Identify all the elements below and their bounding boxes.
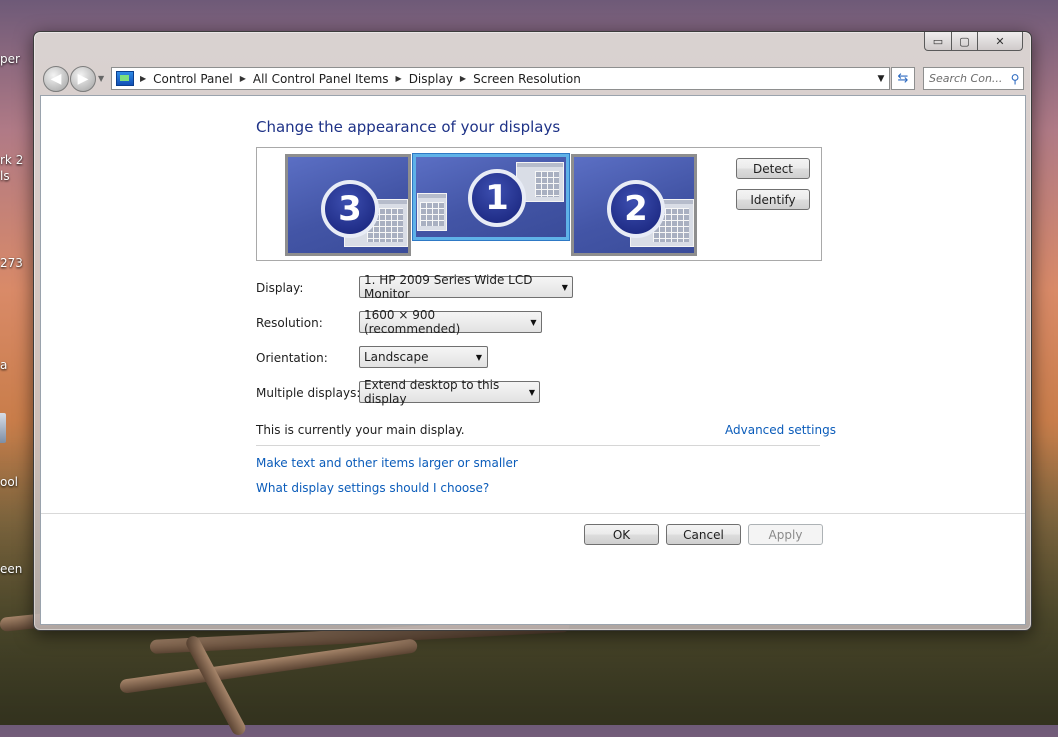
monitor-3[interactable]: 3 (285, 154, 411, 256)
advanced-settings-link[interactable]: Advanced settings (725, 423, 836, 437)
screen-resolution-window: ▭ ▢ ✕ ◀ ▶ ▼ ▶ Control Panel ▶ All Contro… (33, 31, 1032, 631)
monitor-number: 1 (468, 169, 526, 227)
breadcrumb-arrow-icon[interactable]: ▶ (240, 74, 246, 83)
breadcrumb-arrow-icon[interactable]: ▶ (396, 74, 402, 83)
display-settings-help-link[interactable]: What display settings should I choose? (256, 481, 489, 495)
maximize-button[interactable]: ▢ (952, 32, 978, 51)
chevron-down-icon: ▼ (528, 387, 535, 397)
refresh-button[interactable]: ⇆ (891, 67, 915, 90)
desktop-icon-label[interactable]: rk 2 (0, 153, 23, 167)
desktop-icon-label[interactable]: ool (0, 475, 18, 489)
breadcrumb-screen-resolution[interactable]: Screen Resolution (473, 72, 581, 86)
close-icon: ✕ (995, 34, 1005, 48)
monitor-number: 2 (607, 180, 665, 238)
control-panel-icon (116, 71, 134, 86)
forward-arrow-icon: ▶ (77, 71, 89, 87)
identify-button[interactable]: Identify (736, 189, 810, 210)
search-placeholder: Search Con... (929, 72, 1003, 85)
monitor-1[interactable]: 1 (413, 154, 569, 240)
ok-button[interactable]: OK (584, 524, 659, 545)
page-title: Change the appearance of your displays (256, 118, 561, 136)
monitor-number: 3 (321, 180, 379, 238)
address-bar[interactable]: ▶ Control Panel ▶ All Control Panel Item… (111, 67, 890, 90)
resolution-select-value: 1600 × 900 (recommended) (364, 308, 461, 336)
chevron-down-icon: ▼ (561, 282, 568, 292)
desktop-icon-label[interactable]: 273 (0, 256, 23, 270)
desktop-icon-label[interactable]: een (0, 562, 22, 576)
chevron-down-icon: ▼ (98, 74, 105, 83)
address-history-dropdown[interactable]: ▼ (873, 74, 889, 84)
display-select[interactable]: 1. HP 2009 Series Wide LCD Monitor ▼ (359, 273, 573, 301)
multiple-displays-label: Multiple displays: (256, 386, 361, 400)
orientation-label: Orientation: (256, 351, 328, 365)
resolution-label: Resolution: (256, 316, 323, 330)
breadcrumb-display[interactable]: Display (409, 72, 453, 86)
monitor-window-thumbnail (417, 193, 447, 231)
refresh-icon: ⇆ (897, 71, 909, 86)
desktop-icon-label[interactable]: ls (0, 169, 10, 183)
chevron-down-icon: ▼ (475, 352, 483, 362)
forward-button[interactable]: ▶ (70, 66, 96, 92)
multiple-displays-select[interactable]: Extend desktop to this display ▼ (359, 378, 540, 406)
minimize-icon: ▭ (932, 34, 944, 48)
display-label: Display: (256, 281, 304, 295)
desktop-icon-label[interactable]: a (0, 358, 7, 372)
minimize-button[interactable]: ▭ (924, 32, 952, 51)
breadcrumb-arrow-icon[interactable]: ▶ (460, 74, 466, 83)
desktop-icon-label[interactable]: per (0, 52, 20, 66)
maximize-icon: ▢ (959, 34, 970, 48)
recent-pages-dropdown[interactable]: ▼ (98, 74, 104, 83)
orientation-select-value: Landscape (364, 350, 429, 364)
display-select-value: 1. HP 2009 Series Wide LCD Monitor (364, 273, 533, 301)
back-arrow-icon: ◀ (50, 71, 62, 87)
chevron-down-icon: ▼ (530, 317, 537, 327)
search-icon[interactable]: ⚲ (1007, 72, 1023, 86)
breadcrumb-all-items[interactable]: All Control Panel Items (253, 72, 389, 86)
orientation-select[interactable]: Landscape ▼ (359, 346, 488, 368)
divider (256, 445, 820, 446)
desktop-file-icon[interactable] (0, 413, 6, 443)
text-size-link[interactable]: Make text and other items larger or smal… (256, 456, 518, 470)
breadcrumb-arrow-icon[interactable]: ▶ (140, 74, 146, 83)
detect-button[interactable]: Detect (736, 158, 810, 179)
monitor-2[interactable]: 2 (571, 154, 697, 256)
content-pane: Change the appearance of your displays 3… (40, 95, 1026, 625)
footer-divider (41, 513, 1025, 514)
cancel-button[interactable]: Cancel (666, 524, 741, 545)
monitor-arrangement: 3 1 2 Detect Identify (256, 147, 822, 261)
close-button[interactable]: ✕ (978, 32, 1023, 51)
main-display-status: This is currently your main display. (256, 423, 465, 437)
multiple-displays-select-value: Extend desktop to this display (364, 378, 500, 406)
back-button[interactable]: ◀ (43, 66, 69, 92)
caption-buttons: ▭ ▢ ✕ (924, 32, 1023, 51)
search-input[interactable]: Search Con... ⚲ (923, 67, 1024, 90)
apply-button[interactable]: Apply (748, 524, 823, 545)
breadcrumb-control-panel[interactable]: Control Panel (153, 72, 233, 86)
resolution-select[interactable]: 1600 × 900 (recommended) ▼ (359, 308, 542, 336)
